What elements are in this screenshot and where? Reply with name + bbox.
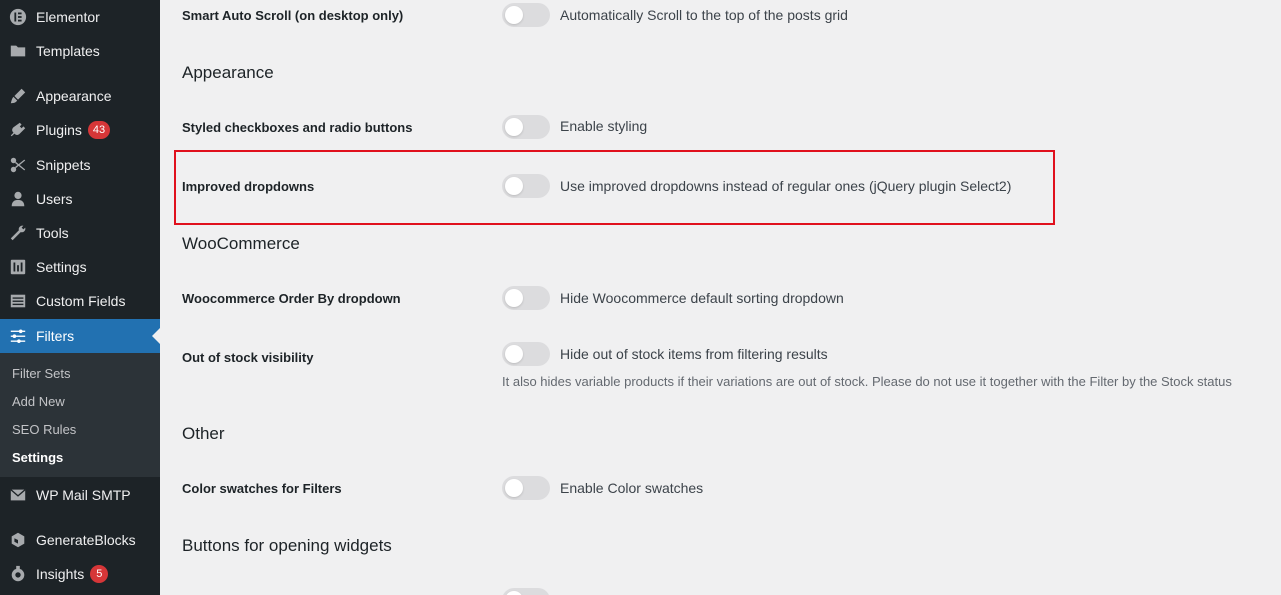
smart-scroll-label: Smart Auto Scroll (on desktop only) (182, 8, 404, 23)
woo-orderby-label: Woocommerce Order By dropdown (182, 291, 401, 306)
sidebar-item-templates[interactable]: Templates (0, 34, 160, 68)
improved-dropdowns-label: Improved dropdowns (182, 179, 315, 194)
sidebar-item-label: Tools (36, 225, 69, 241)
sliders-icon (8, 326, 28, 346)
sidebar-item-label: Settings (36, 259, 87, 275)
sidebar-item-custom-fields[interactable]: Custom Fields (0, 284, 160, 318)
woo-orderby-toggle[interactable] (502, 286, 550, 310)
notification-count-badge: 5 (90, 565, 109, 583)
sidebar-item-label: Users (36, 191, 73, 207)
styled-checkboxes-description: Enable styling (560, 118, 648, 134)
sidebar-item-filters[interactable]: Filters (0, 319, 160, 353)
section-title-other: Other (182, 424, 225, 443)
sidebar-item-label: Custom Fields (36, 293, 126, 309)
toggle-knob (505, 6, 523, 24)
toggle-knob (505, 345, 523, 363)
admin-sidebar: Elementor Templates Appearance Plugins 4… (0, 0, 160, 595)
styled-checkboxes-toggle[interactable] (502, 115, 550, 139)
folder-icon (8, 41, 28, 61)
scissors-icon (8, 155, 28, 175)
color-swatches-label: Color swatches for Filters (182, 481, 342, 496)
sidebar-item-settings[interactable]: Settings (0, 250, 160, 284)
color-swatches-description: Enable Color swatches (560, 480, 704, 496)
section-title-buttons: Buttons for opening widgets (182, 536, 392, 555)
sidebar-item-appearance[interactable]: Appearance (0, 79, 160, 113)
sidebar-item-elementor[interactable]: Elementor (0, 0, 160, 34)
submenu-item-filter-sets[interactable]: Filter Sets (12, 366, 71, 381)
update-count-badge: 43 (87, 121, 111, 139)
submenu-item-seo-rules[interactable]: SEO Rules (12, 422, 76, 437)
out-of-stock-toggle[interactable] (502, 342, 550, 366)
sidebar-item-label: Filters (36, 328, 75, 344)
sidebar-item-plugins[interactable]: Plugins 43 (0, 113, 160, 147)
sidebar-item-label: Insights (36, 566, 85, 582)
sidebar-item-tools[interactable]: Tools (0, 216, 160, 250)
sidebar-item-label: GenerateBlocks (36, 532, 136, 548)
toggle-knob (505, 591, 523, 595)
out-of-stock-note: It also hides variable products if their… (502, 374, 1232, 389)
sidebar-item-label: Plugins (36, 122, 82, 138)
filters-submenu: Filter Sets Add New SEO Rules Settings (0, 353, 160, 477)
improved-dropdowns-toggle[interactable] (502, 174, 550, 198)
smart-scroll-toggle[interactable] (502, 3, 550, 27)
toggle-knob (505, 289, 523, 307)
submenu-item-settings[interactable]: Settings (12, 450, 63, 465)
toggle-knob (505, 177, 523, 195)
user-icon (8, 189, 28, 209)
sidebar-item-insights[interactable]: Insights 5 (0, 557, 160, 591)
sidebar-item-label: WP Mail SMTP (36, 487, 131, 503)
color-swatches-toggle[interactable] (502, 476, 550, 500)
wrench-icon (8, 223, 28, 243)
section-title-appearance: Appearance (182, 63, 274, 82)
styled-checkboxes-label: Styled checkboxes and radio buttons (182, 120, 413, 135)
sidebar-item-wp-mail-smtp[interactable]: WP Mail SMTP (0, 478, 160, 512)
toggle-knob (505, 479, 523, 497)
widget-buttons-toggle[interactable] (502, 588, 550, 595)
plug-icon (8, 120, 28, 140)
smart-scroll-description: Automatically Scroll to the top of the p… (560, 7, 848, 23)
out-of-stock-label: Out of stock visibility (182, 350, 314, 365)
section-title-woocommerce: WooCommerce (182, 234, 300, 253)
settings-content: Smart Auto Scroll (on desktop only) Auto… (160, 0, 1281, 595)
sidebar-item-label: Appearance (36, 88, 112, 104)
mail-icon (8, 485, 28, 505)
sidebar-item-snippets[interactable]: Snippets (0, 148, 160, 182)
submenu-item-add-new[interactable]: Add New (12, 394, 65, 409)
elementor-icon (8, 7, 28, 27)
sidebar-item-generateblocks[interactable]: GenerateBlocks (0, 523, 160, 557)
paintbrush-icon (8, 86, 28, 106)
settings-icon (8, 257, 28, 277)
toggle-knob (505, 118, 523, 136)
insights-icon (8, 564, 28, 584)
table-icon (8, 291, 28, 311)
sidebar-item-label: Snippets (36, 157, 91, 173)
improved-dropdowns-description: Use improved dropdowns instead of regula… (560, 178, 1012, 194)
blocks-icon (8, 530, 28, 550)
out-of-stock-description: Hide out of stock items from filtering r… (560, 346, 828, 362)
sidebar-item-label: Elementor (36, 9, 100, 25)
sidebar-item-label: Templates (36, 43, 100, 59)
woo-orderby-description: Hide Woocommerce default sorting dropdow… (560, 290, 844, 306)
sidebar-item-users[interactable]: Users (0, 182, 160, 216)
